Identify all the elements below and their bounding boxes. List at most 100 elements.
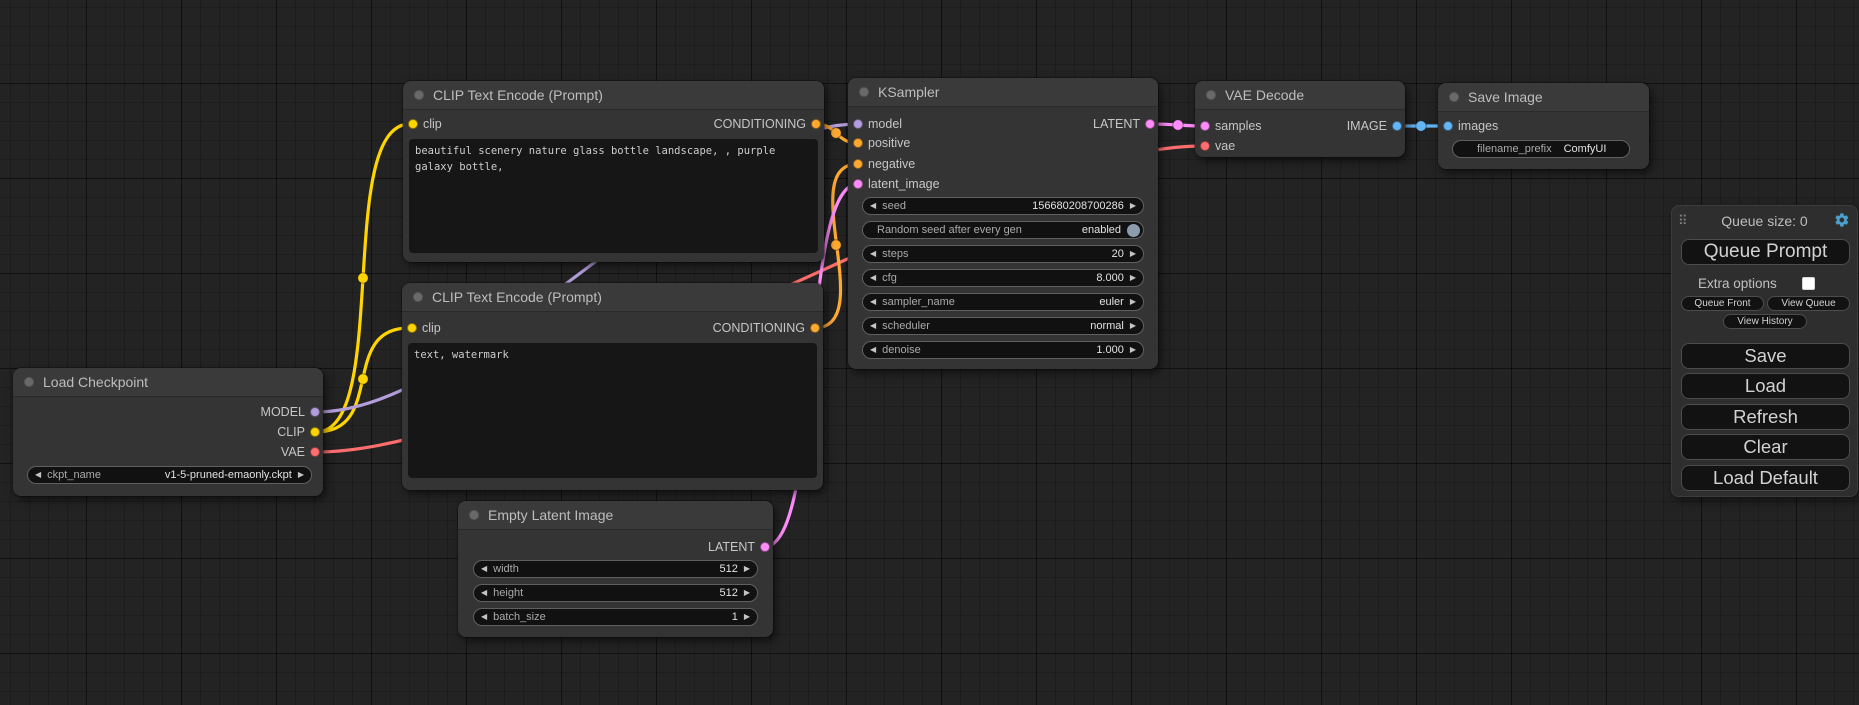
input-dot-latent[interactable] <box>853 179 863 189</box>
output-dot-model[interactable] <box>310 407 320 417</box>
prompt-textarea[interactable]: text, watermark <box>408 343 817 478</box>
extra-options-checkbox[interactable] <box>1802 277 1815 290</box>
input-slot-label: model <box>868 115 902 133</box>
increment-arrow-icon[interactable]: ▶ <box>744 585 750 601</box>
output-slot-MODEL: MODEL <box>168 403 323 421</box>
node-empty-latent-image[interactable]: Empty Latent Image LATENT ◀width512▶ ◀heigh… <box>458 501 773 637</box>
widget-scheduler[interactable]: ◀ scheduler normal ▶ <box>862 317 1144 335</box>
input-dot-vae[interactable] <box>1200 141 1210 151</box>
widget-ckpt-name[interactable]: ◀ckpt_namev1-5-pruned-emaonly.ckpt▶ <box>27 466 312 484</box>
refresh-button[interactable]: Refresh <box>1681 404 1850 430</box>
node-header[interactable]: Empty Latent Image <box>458 501 773 530</box>
input-dot-clip[interactable] <box>408 119 418 129</box>
increment-arrow-icon[interactable]: ▶ <box>1130 318 1136 334</box>
output-dot-clip[interactable] <box>310 427 320 437</box>
node-header[interactable]: CLIP Text Encode (Prompt) <box>402 283 823 312</box>
widget-value: 1.000 <box>1096 344 1124 356</box>
widget-steps[interactable]: ◀steps20▶ <box>862 245 1144 263</box>
collapse-dot-icon[interactable] <box>24 377 34 387</box>
decrement-arrow-icon[interactable]: ◀ <box>870 270 876 286</box>
node-header[interactable]: KSampler <box>848 78 1158 107</box>
decrement-arrow-icon[interactable]: ◀ <box>870 246 876 262</box>
widget-random-seed-after-every-gen[interactable]: Random seed after every genenabled <box>862 221 1144 239</box>
increment-arrow-icon[interactable]: ▶ <box>1130 342 1136 358</box>
widget-filename-prefix[interactable]: filename_prefixComfyUI <box>1452 140 1630 158</box>
save-button[interactable]: Save <box>1681 343 1850 369</box>
toggle-knob-icon[interactable] <box>1127 224 1140 237</box>
widget-label: scheduler <box>882 320 930 332</box>
increment-arrow-icon[interactable]: ▶ <box>744 561 750 577</box>
node-vae-decode[interactable]: VAE DecodesamplesvaeIMAGE <box>1195 81 1405 157</box>
increment-arrow-icon[interactable]: ▶ <box>1130 270 1136 286</box>
widget-cfg[interactable]: ◀cfg8.000▶ <box>862 269 1144 287</box>
increment-arrow-icon[interactable]: ▶ <box>1130 198 1136 214</box>
queue-prompt-button[interactable]: Queue Prompt <box>1681 239 1850 265</box>
load-button[interactable]: Load <box>1681 373 1850 399</box>
collapse-dot-icon[interactable] <box>859 87 869 97</box>
decrement-arrow-icon[interactable]: ◀ <box>870 294 876 310</box>
widget-height[interactable]: ◀height512▶ <box>473 584 758 602</box>
input-dot-model[interactable] <box>853 119 863 129</box>
load-default-button[interactable]: Load Default <box>1681 465 1850 491</box>
widget-denoise[interactable]: ◀denoise1.000▶ <box>862 341 1144 359</box>
input-dot-conditioning[interactable] <box>853 159 863 169</box>
link-wire-clip <box>316 328 409 432</box>
widget-seed[interactable]: ◀seed156680208700286▶ <box>862 197 1144 215</box>
input-dot-clip[interactable] <box>407 323 417 333</box>
decrement-arrow-icon[interactable]: ◀ <box>481 609 487 625</box>
node-header[interactable]: CLIP Text Encode (Prompt) <box>403 81 824 110</box>
node-title: Load Checkpoint <box>43 368 148 396</box>
prompt-textarea[interactable]: beautiful scenery nature glass bottle la… <box>409 139 818 253</box>
node-save-image[interactable]: Save Imageimagesfilename_prefixComfyUI <box>1438 83 1649 169</box>
clear-button[interactable]: Clear <box>1681 434 1850 460</box>
collapse-dot-icon[interactable] <box>414 90 424 100</box>
widget-width[interactable]: ◀width512▶ <box>473 560 758 578</box>
collapse-dot-icon[interactable] <box>469 510 479 520</box>
output-slot-LATENT: LATENT <box>616 538 774 556</box>
increment-arrow-icon[interactable]: ▶ <box>744 609 750 625</box>
output-slot-CONDITIONING: CONDITIONING <box>664 115 824 133</box>
node-ksampler[interactable]: KSamplermodelpositivenegativelatent_imag… <box>848 78 1158 369</box>
decrement-arrow-icon[interactable]: ◀ <box>481 561 487 577</box>
widget-batch-size[interactable]: ◀batch_size1▶ <box>473 608 758 626</box>
output-dot-vae[interactable] <box>310 447 320 457</box>
widget-value: normal <box>1090 320 1124 332</box>
widget-sampler-name[interactable]: ◀sampler_nameeuler▶ <box>862 293 1144 311</box>
extra-options-label: Extra options <box>1698 276 1777 291</box>
input-dot-latent[interactable] <box>1200 121 1210 131</box>
node-clip-encode-negative[interactable]: CLIP Text Encode (Prompt)clipCONDITIONIN… <box>402 283 823 490</box>
decrement-arrow-icon[interactable]: ◀ <box>870 198 876 214</box>
increment-arrow-icon[interactable]: ▶ <box>1130 246 1136 262</box>
decrement-arrow-icon[interactable]: ◀ <box>870 342 876 358</box>
increment-arrow-icon[interactable]: ▶ <box>298 467 304 483</box>
queue-front-button[interactable]: Queue Front <box>1681 296 1764 311</box>
input-dot-image[interactable] <box>1443 121 1453 131</box>
node-header[interactable]: VAE Decode <box>1195 81 1405 110</box>
link-midpoint-dot <box>831 128 841 138</box>
settings-gear-icon[interactable] <box>1834 212 1850 228</box>
output-dot-image[interactable] <box>1392 121 1402 131</box>
decrement-arrow-icon[interactable]: ◀ <box>870 318 876 334</box>
output-dot-latent[interactable] <box>1145 119 1155 129</box>
node-header[interactable]: Load Checkpoint <box>13 368 323 397</box>
node-load-checkpoint[interactable]: Load CheckpointMODELCLIPVAE◀ckpt_namev1-… <box>13 368 323 496</box>
input-slot-label: latent_image <box>868 175 940 193</box>
decrement-arrow-icon[interactable]: ◀ <box>35 467 41 483</box>
collapse-dot-icon[interactable] <box>413 292 423 302</box>
widget-value: 156680208700286 <box>1032 200 1124 212</box>
output-dot-latent[interactable] <box>760 542 770 552</box>
output-slot-label: CONDITIONING <box>714 115 806 133</box>
node-header[interactable]: Save Image <box>1438 83 1649 112</box>
output-dot-conditioning[interactable] <box>811 119 821 129</box>
output-dot-conditioning[interactable] <box>810 323 820 333</box>
collapse-dot-icon[interactable] <box>1449 92 1459 102</box>
view-queue-button[interactable]: View Queue <box>1767 296 1850 311</box>
decrement-arrow-icon[interactable]: ◀ <box>481 585 487 601</box>
widget-value: 1 <box>732 611 738 623</box>
output-slot-label: VAE <box>281 443 305 461</box>
input-dot-conditioning[interactable] <box>853 138 863 148</box>
node-clip-encode-positive[interactable]: CLIP Text Encode (Prompt)clipCONDITIONIN… <box>403 81 824 262</box>
collapse-dot-icon[interactable] <box>1206 90 1216 100</box>
view-history-button[interactable]: View History <box>1723 314 1807 329</box>
increment-arrow-icon[interactable]: ▶ <box>1130 294 1136 310</box>
